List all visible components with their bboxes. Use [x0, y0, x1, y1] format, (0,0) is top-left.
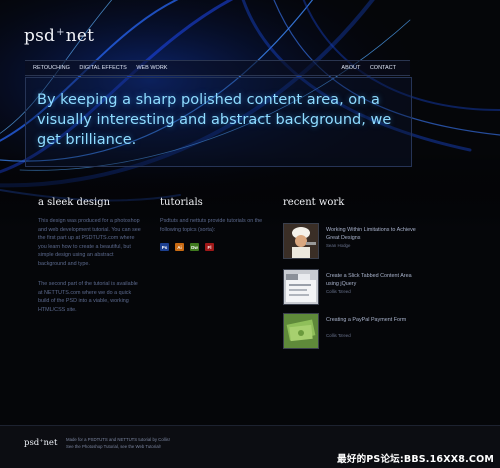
- hero-panel: By keeping a sharp polished content area…: [25, 77, 412, 167]
- tabbed-content-thumbnail[interactable]: [283, 269, 319, 305]
- hero-text: By keeping a sharp polished content area…: [37, 92, 392, 148]
- dreamweaver-icon[interactable]: Dw: [190, 243, 199, 251]
- recent-work-item[interactable]: Create a Slick Tabbed Content Area using…: [283, 269, 413, 305]
- recent-work-title-1[interactable]: Working Within Limitations to Achieve Gr…: [326, 226, 416, 243]
- photoshop-icon[interactable]: Ps: [160, 243, 169, 251]
- sleek-design-paragraph-2: The second part of the tutorial is avail…: [38, 281, 138, 313]
- logo-psd: psd: [24, 26, 56, 46]
- nav-right: ABOUT CONTACT: [333, 65, 396, 71]
- nav-item-digital-effects[interactable]: DIGITAL EFFECTS: [79, 65, 126, 71]
- recent-work-author-3: Collis Ta'eed: [326, 333, 351, 338]
- sleek-design-paragraph-1: This design was produced for a photoshop…: [38, 218, 141, 267]
- paypal-form-thumbnail[interactable]: [283, 313, 319, 349]
- tutorials-section: tutorials Psdtuts and nettuts provide tu…: [160, 197, 270, 251]
- footer-logo-net: net: [43, 438, 58, 448]
- nav-item-web-work[interactable]: WEB WORK: [136, 65, 167, 71]
- watermark-text: 最好的PS论坛:BBS.16XX8.COM: [337, 454, 494, 465]
- footer-credit-line-1[interactable]: Made for a PSDTUTS and NETTUTS tutorial …: [66, 437, 170, 444]
- tutorials-title: tutorials: [160, 197, 203, 208]
- nav-item-retouching[interactable]: RETOUCHING: [33, 65, 70, 71]
- footer-logo-psd: psd: [24, 438, 40, 448]
- recent-work-item[interactable]: Working Within Limitations to Achieve Gr…: [283, 223, 416, 259]
- flash-icon[interactable]: Fl: [205, 243, 214, 251]
- nav-item-about[interactable]: ABOUT: [341, 65, 360, 71]
- nav-left: RETOUCHING DIGITAL EFFECTS WEB WORK: [33, 65, 175, 71]
- footer: psd+net Made for a PSDTUTS and NETTUTS t…: [0, 425, 500, 468]
- recent-work-title-3[interactable]: Creating a PayPal Payment Form: [326, 316, 416, 324]
- chef-thumbnail[interactable]: [283, 223, 319, 259]
- illustrator-icon[interactable]: Ai: [175, 243, 184, 251]
- sleek-design-section: a sleek design This design was produced …: [38, 197, 148, 313]
- footer-logo[interactable]: psd+net: [24, 438, 57, 448]
- sleek-design-title: a sleek design: [38, 197, 111, 208]
- recent-work-author-1: Sean Hodge: [326, 243, 351, 248]
- footer-credits: Made for a PSDTUTS and NETTUTS tutorial …: [66, 437, 170, 451]
- tutorials-text: Psdtuts and nettuts provide tutorials on…: [160, 218, 263, 233]
- footer-credit-line-2[interactable]: See the Photoshop Tutorial, see the Web …: [66, 444, 170, 451]
- recent-work-title-2[interactable]: Create a Slick Tabbed Content Area using…: [326, 272, 416, 289]
- recent-work-item[interactable]: Creating a PayPal Payment Form Collis Ta…: [283, 313, 413, 349]
- recent-work-title: recent work: [283, 197, 345, 208]
- main-nav: RETOUCHING DIGITAL EFFECTS WEB WORK ABOU…: [25, 60, 410, 76]
- logo-net: net: [65, 26, 95, 46]
- recent-work-section: recent work Working Within Limitations t…: [283, 197, 416, 349]
- site-logo[interactable]: psd+net: [24, 26, 94, 46]
- tutorial-icons: Ps Ai Dw Fl: [160, 243, 214, 251]
- logo-plus: +: [56, 27, 65, 38]
- nav-item-contact[interactable]: CONTACT: [370, 65, 396, 71]
- recent-work-author-2: Collis Ta'eed: [326, 289, 351, 294]
